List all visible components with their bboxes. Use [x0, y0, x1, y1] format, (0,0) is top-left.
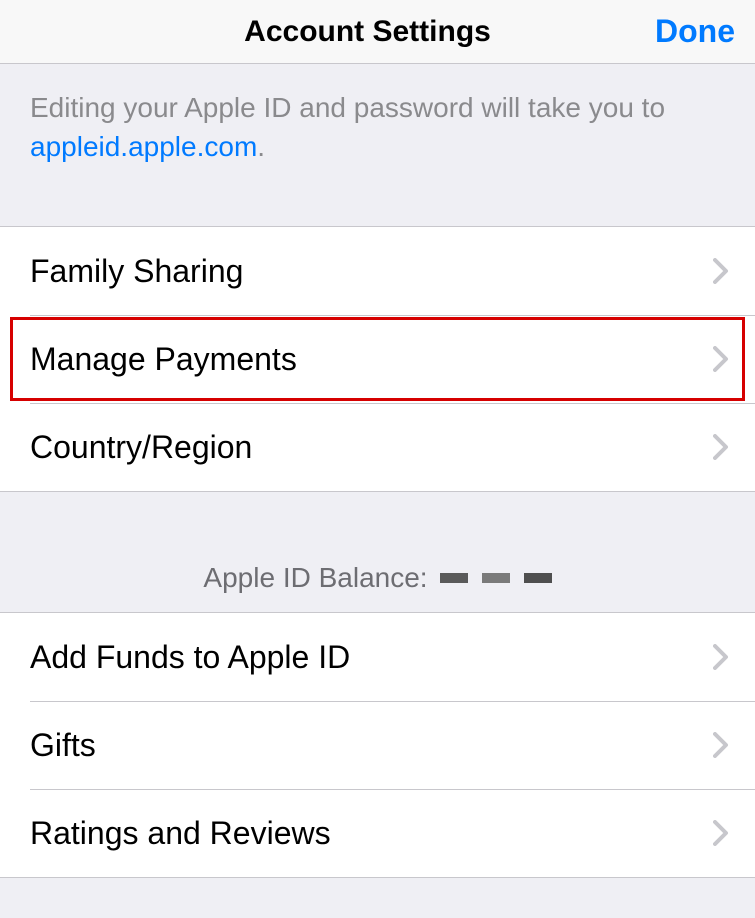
- redacted-block: [482, 573, 510, 583]
- country-region-row[interactable]: Country/Region: [0, 403, 755, 491]
- chevron-right-icon: [713, 346, 729, 372]
- chevron-right-icon: [713, 644, 729, 670]
- chevron-right-icon: [713, 732, 729, 758]
- section-account: Family Sharing Manage Payments Country/R…: [0, 226, 755, 492]
- done-button[interactable]: Done: [635, 13, 735, 50]
- info-text-suffix: .: [257, 131, 265, 162]
- balance-label: Apple ID Balance:: [203, 562, 427, 594]
- gifts-row[interactable]: Gifts: [0, 701, 755, 789]
- add-funds-row[interactable]: Add Funds to Apple ID: [0, 613, 755, 701]
- ratings-reviews-row[interactable]: Ratings and Reviews: [0, 789, 755, 877]
- gifts-label: Gifts: [30, 727, 96, 764]
- family-sharing-row[interactable]: Family Sharing: [0, 227, 755, 315]
- page-title: Account Settings: [244, 15, 491, 49]
- redacted-block: [440, 573, 468, 583]
- appleid-link[interactable]: appleid.apple.com: [30, 131, 257, 162]
- redacted-block: [524, 573, 552, 583]
- bottom-space: [0, 878, 755, 918]
- chevron-right-icon: [713, 820, 729, 846]
- add-funds-label: Add Funds to Apple ID: [30, 639, 350, 676]
- chevron-right-icon: [713, 258, 729, 284]
- manage-payments-label: Manage Payments: [30, 341, 297, 378]
- balance-header: Apple ID Balance:: [0, 492, 755, 612]
- country-region-label: Country/Region: [30, 429, 252, 466]
- section-funds: Add Funds to Apple ID Gifts Ratings and …: [0, 612, 755, 878]
- ratings-reviews-label: Ratings and Reviews: [30, 815, 331, 852]
- balance-redacted: [440, 573, 552, 583]
- info-text-prefix: Editing your Apple ID and password will …: [30, 92, 665, 123]
- header-bar: Account Settings Done: [0, 0, 755, 64]
- manage-payments-row[interactable]: Manage Payments: [0, 315, 755, 403]
- family-sharing-label: Family Sharing: [30, 253, 243, 290]
- info-text: Editing your Apple ID and password will …: [0, 64, 755, 226]
- chevron-right-icon: [713, 434, 729, 460]
